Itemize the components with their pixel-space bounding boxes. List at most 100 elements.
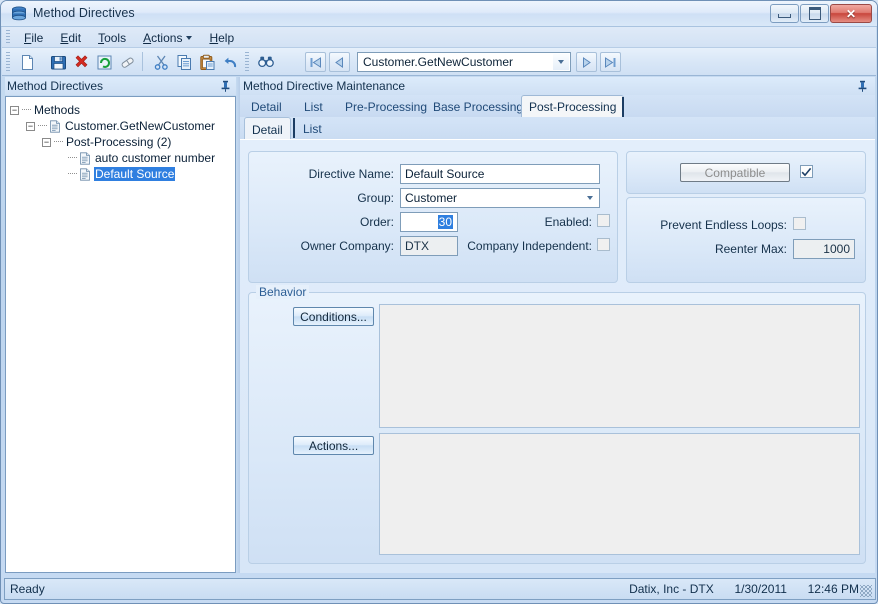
menu-file[interactable]: File <box>16 29 52 47</box>
compatible-button[interactable]: Compatible <box>680 163 790 182</box>
title-bar: Method Directives ✕ <box>1 1 877 27</box>
paste-icon[interactable] <box>196 51 218 73</box>
document-icon <box>49 119 61 133</box>
undo-icon[interactable] <box>219 51 241 73</box>
maximize-icon <box>801 5 828 22</box>
record-selector-dropdown-button[interactable] <box>553 54 569 70</box>
tab-base-processing[interactable]: Base Processing <box>426 97 530 117</box>
new-dropdown-button[interactable] <box>33 51 44 73</box>
menu-help[interactable]: Help <box>201 29 243 47</box>
tab-detail[interactable]: Detail <box>244 97 289 117</box>
group-value: Customer <box>405 191 458 205</box>
left-panel-title: Method Directives <box>7 79 104 93</box>
enabled-checkbox[interactable] <box>597 214 610 227</box>
tree-connector <box>68 173 77 175</box>
chevron-down-icon <box>186 36 193 41</box>
cut-icon[interactable] <box>150 51 172 73</box>
directive-name-label: Directive Name: <box>308 167 394 181</box>
tree-connector <box>68 157 77 159</box>
last-record-icon[interactable] <box>600 52 621 72</box>
refresh-icon[interactable] <box>93 51 115 73</box>
company-independent-checkbox[interactable] <box>597 238 610 251</box>
directive-name-value: Default Source <box>405 167 485 181</box>
status-date: 1/30/2011 <box>734 582 787 596</box>
prevent-endless-loops-label: Prevent Endless Loops: <box>660 218 787 232</box>
menu-gripper[interactable] <box>6 30 10 45</box>
conditions-list[interactable] <box>379 304 860 428</box>
first-record-icon[interactable] <box>305 52 326 72</box>
right-content-panel: Method Directive Maintenance Detail List… <box>240 77 875 573</box>
check-icon <box>801 167 812 176</box>
sub-tab-edge <box>293 118 295 138</box>
endless-loops-group: Prevent Endless Loops: Reenter Max: 1000 <box>626 197 866 283</box>
left-panel-caption: Method Directives <box>5 77 236 95</box>
detail-form-content: Directive Name: Default Source Group: Cu… <box>240 139 875 573</box>
method-directives-tree[interactable]: − Methods − Customer.GetNewCustomer − Po… <box>5 96 236 573</box>
tree-node-default-source[interactable]: Default Source <box>68 166 176 182</box>
directive-name-field[interactable]: Default Source <box>400 164 600 184</box>
resize-grip[interactable] <box>860 585 872 597</box>
expander-icon[interactable]: − <box>42 137 51 147</box>
prevent-endless-loops-checkbox[interactable] <box>793 217 806 230</box>
toolbar-gripper-1[interactable] <box>6 52 10 72</box>
tab-post-processing[interactable]: Post-Processing <box>521 95 625 118</box>
status-company: Datix, Inc - DTX <box>629 582 714 596</box>
tree-node-label: Methods <box>34 103 81 117</box>
actions-button[interactable]: Actions... <box>293 436 374 455</box>
record-selector[interactable]: Customer.GetNewCustomer <box>357 52 571 72</box>
close-icon: ✕ <box>845 6 857 21</box>
tree-connector <box>54 141 63 143</box>
search-icon[interactable] <box>255 51 277 73</box>
tab-list[interactable]: List <box>297 97 330 117</box>
reenter-max-label: Reenter Max: <box>714 242 787 256</box>
tree-node-customer-getnewcustomer[interactable]: − Customer.GetNewCustomer <box>26 118 216 134</box>
tab-pre-processing[interactable]: Pre-Processing <box>338 97 434 117</box>
tree-node-label: Default Source <box>94 167 176 181</box>
document-icon <box>79 151 91 165</box>
pushpin-icon[interactable] <box>220 80 231 95</box>
left-dock-panel: Method Directives − Methods − Customer.G… <box>5 77 236 573</box>
subtab-list[interactable]: List <box>296 119 329 139</box>
group-dropdown-button[interactable] <box>581 190 598 206</box>
save-icon[interactable] <box>47 51 69 73</box>
copy-icon[interactable] <box>173 51 195 73</box>
minimize-icon <box>771 5 798 22</box>
minimize-button[interactable] <box>770 4 799 23</box>
maximize-button[interactable] <box>800 4 829 23</box>
menu-tools[interactable]: Tools <box>90 29 135 47</box>
pushpin-icon[interactable] <box>857 80 868 95</box>
menu-actions[interactable]: Actions <box>135 29 201 47</box>
status-bar: Ready Datix, Inc - DTX 1/30/2011 12:46 P… <box>4 578 876 600</box>
next-record-icon[interactable] <box>576 52 597 72</box>
application-window: Method Directives ✕ File Edit Tools Acti… <box>0 0 878 604</box>
owner-company-label: Owner Company: <box>300 239 394 253</box>
toolbar-separator-1 <box>142 52 143 71</box>
expander-icon[interactable]: − <box>26 121 35 131</box>
actions-list[interactable] <box>379 433 860 555</box>
behavior-group: Behavior Conditions... Actions... <box>248 285 866 564</box>
behavior-group-label: Behavior <box>256 285 310 299</box>
toolbar-gripper-2[interactable] <box>245 52 249 72</box>
delete-icon[interactable] <box>70 51 92 73</box>
compatible-group: Compatible <box>626 151 866 194</box>
reenter-max-field[interactable]: 1000 <box>793 239 855 259</box>
tree-node-methods[interactable]: − Methods <box>10 102 81 118</box>
tree-node-label: auto customer number <box>95 151 216 165</box>
right-panel-title: Method Directive Maintenance <box>243 79 406 93</box>
clear-icon[interactable] <box>116 51 138 73</box>
subtab-detail[interactable]: Detail <box>244 117 291 141</box>
compatible-checkbox[interactable] <box>800 165 813 178</box>
status-right: Datix, Inc - DTX 1/30/2011 12:46 PM <box>629 582 859 596</box>
menu-edit[interactable]: Edit <box>52 29 90 47</box>
status-time: 12:46 PM <box>807 582 859 596</box>
owner-company-value: DTX <box>405 239 429 253</box>
conditions-button[interactable]: Conditions... <box>293 307 374 326</box>
expander-icon[interactable]: − <box>10 105 19 115</box>
tree-node-post-processing[interactable]: − Post-Processing (2) <box>42 134 172 150</box>
tab-strip-edge <box>622 97 624 118</box>
group-combobox[interactable]: Customer <box>400 188 600 208</box>
database-stack-icon <box>10 5 28 23</box>
previous-record-icon[interactable] <box>329 52 350 72</box>
close-button[interactable]: ✕ <box>830 4 872 23</box>
tree-node-auto-customer-number[interactable]: auto customer number <box>68 150 216 166</box>
